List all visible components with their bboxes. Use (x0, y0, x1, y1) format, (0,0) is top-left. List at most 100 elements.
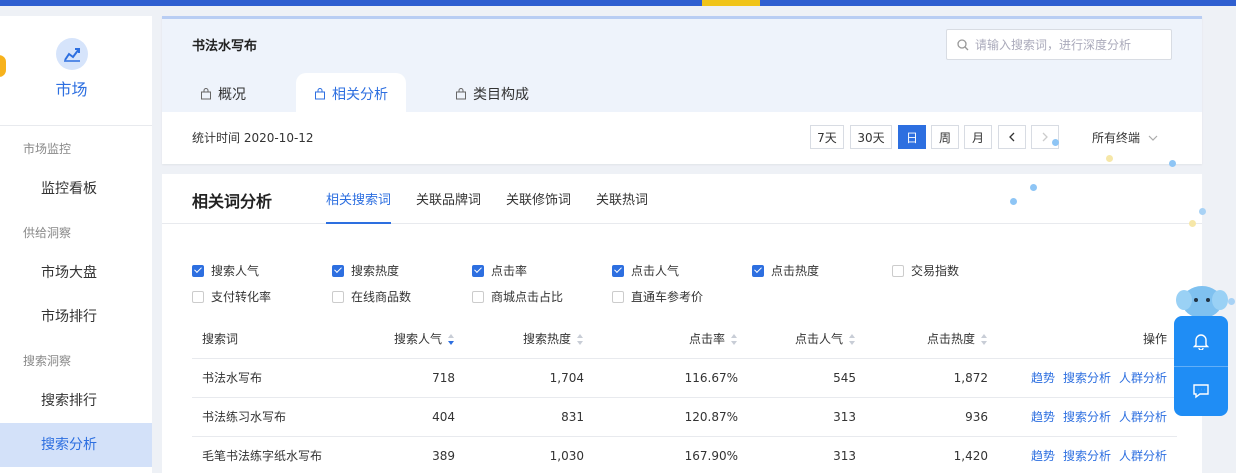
terminal-select-value: 所有终端 (1092, 131, 1141, 145)
sparkle-dot (1199, 208, 1206, 215)
checkbox-mall-click-share[interactable]: 商城点击占比 (472, 288, 563, 305)
checkbox-checked[interactable] (192, 264, 204, 277)
top-bar-accent (702, 0, 760, 6)
checkbox-checked[interactable] (612, 264, 624, 277)
subtab-related-search[interactable]: 相关搜索词 (326, 189, 392, 224)
checkbox-checked[interactable] (472, 264, 484, 277)
col-header-click-heat[interactable]: 点击热度 (856, 320, 988, 359)
search-analysis-link[interactable]: 搜索分析 (1063, 449, 1111, 463)
checkbox-search-popularity[interactable]: 搜索人气 (192, 262, 259, 279)
search-box[interactable] (946, 29, 1172, 60)
sparkle-dot (1052, 139, 1059, 146)
period-7-days-button[interactable]: 7天 (810, 125, 844, 149)
checkbox-label: 点击人气 (631, 264, 680, 278)
subtab-related-modifier[interactable]: 关联修饰词 (506, 189, 571, 224)
sort-icon[interactable] (981, 334, 988, 346)
sidebar-title[interactable]: 市场 (0, 76, 143, 100)
market-chart-icon (56, 38, 88, 70)
sort-icon[interactable] (448, 334, 455, 346)
search-analysis-link[interactable]: 搜索分析 (1063, 371, 1111, 385)
cell-click-popularity: 313 (738, 436, 856, 473)
sort-icon[interactable] (731, 334, 738, 346)
cell-click-rate: 120.87% (584, 397, 738, 437)
tab-overview-label: 概况 (218, 87, 246, 103)
sparkle-dot (1030, 184, 1037, 191)
checkbox-label: 搜索人气 (211, 264, 260, 278)
tab-related-analysis[interactable]: 相关分析 (296, 73, 406, 115)
checkbox-click-heat[interactable]: 点击热度 (752, 262, 819, 279)
checkbox-trade-index[interactable]: 交易指数 (892, 262, 959, 279)
checkbox-checked[interactable] (332, 264, 344, 277)
cell-click-rate: 116.67% (584, 358, 738, 398)
checkbox-click-rate[interactable]: 点击率 (472, 262, 527, 279)
crowd-analysis-link[interactable]: 人群分析 (1119, 449, 1167, 463)
sidebar-item-search-analysis[interactable]: 搜索分析 (0, 423, 152, 467)
period-week-button[interactable]: 周 (931, 125, 959, 149)
sparkle-dot (1169, 160, 1176, 167)
terminal-select[interactable]: 所有终端 (1092, 129, 1158, 146)
sparkle-dot (1010, 198, 1017, 205)
sort-icon[interactable] (849, 334, 856, 346)
sort-icon[interactable] (577, 334, 584, 346)
sidebar-item-market-ranking[interactable]: 市场排行 (0, 295, 152, 339)
col-header-click-rate[interactable]: 点击率 (584, 320, 738, 359)
cell-actions: 趋势 搜索分析 人群分析 (988, 358, 1177, 398)
section-title: 相关词分析 (192, 192, 273, 211)
checkbox-label: 搜索热度 (351, 264, 400, 278)
chevron-left-icon (1009, 132, 1015, 142)
cell-search-popularity: 404 (352, 397, 455, 437)
bag-icon (201, 88, 211, 100)
cell-search-heat: 831 (455, 397, 584, 437)
checkbox-unchecked[interactable] (892, 264, 904, 277)
header-toolbar: 统计时间 2020-10-12 7天 30天 日 周 月 所有终端 (162, 112, 1202, 164)
sidebar-collapse-handle[interactable] (0, 55, 6, 77)
checkbox-checked[interactable] (752, 264, 764, 277)
checkbox-label: 支付转化率 (211, 290, 272, 304)
trend-link[interactable]: 趋势 (1031, 371, 1055, 385)
cell-click-popularity: 313 (738, 397, 856, 437)
col-header-click-popularity[interactable]: 点击人气 (738, 320, 856, 359)
sidebar-group-supply-insight: 供给洞察 (23, 226, 72, 240)
checkbox-unchecked[interactable] (472, 290, 484, 303)
checkbox-search-heat[interactable]: 搜索热度 (332, 262, 399, 279)
tab-category[interactable]: 类目构成 (455, 73, 529, 115)
top-bar (0, 0, 1236, 6)
col-header-search-heat[interactable]: 搜索热度 (455, 320, 584, 359)
checkbox-unchecked[interactable] (332, 290, 344, 303)
checkbox-label: 交易指数 (911, 264, 960, 278)
search-input[interactable] (975, 37, 1165, 52)
subtab-related-hot[interactable]: 关联热词 (596, 189, 648, 224)
notification-button[interactable] (1174, 316, 1228, 366)
chat-button[interactable] (1174, 366, 1228, 416)
col-header-search-popularity[interactable]: 搜索人气 (352, 320, 455, 359)
checkbox-ztc-price[interactable]: 直通车参考价 (612, 288, 703, 305)
checkbox-unchecked[interactable] (612, 290, 624, 303)
period-day-button[interactable]: 日 (898, 125, 926, 149)
tab-related-analysis-label: 相关分析 (332, 87, 388, 103)
trend-link[interactable]: 趋势 (1031, 410, 1055, 424)
search-analysis-link[interactable]: 搜索分析 (1063, 410, 1111, 424)
crowd-analysis-link[interactable]: 人群分析 (1119, 371, 1167, 385)
crowd-analysis-link[interactable]: 人群分析 (1119, 410, 1167, 424)
checkbox-online-products[interactable]: 在线商品数 (332, 288, 411, 305)
page-title: 书法水写布 (192, 39, 258, 54)
period-30-days-button[interactable]: 30天 (850, 125, 892, 149)
sidebar-item-monitor-board[interactable]: 监控看板 (0, 167, 152, 211)
checkbox-label: 在线商品数 (351, 290, 412, 304)
prev-date-button[interactable] (998, 125, 1026, 149)
tab-overview[interactable]: 概况 (200, 73, 246, 115)
subtab-related-brand[interactable]: 关联品牌词 (416, 189, 481, 224)
sparkle-dot (1189, 220, 1196, 227)
sidebar-item-search-ranking[interactable]: 搜索排行 (0, 379, 152, 423)
table-row: 书法练习水写布 404 831 120.87% 313 936 趋势 搜索分析 人群… (192, 397, 1177, 437)
checkbox-unchecked[interactable] (192, 290, 204, 303)
col-header-label: 点击热度 (926, 332, 975, 347)
checkbox-click-popularity[interactable]: 点击人气 (612, 262, 679, 279)
cell-click-rate: 167.90% (584, 436, 738, 473)
period-month-button[interactable]: 月 (964, 125, 992, 149)
checkbox-pay-conversion[interactable]: 支付转化率 (192, 288, 271, 305)
cell-word: 书法水写布 (192, 358, 352, 398)
table-header-row: 搜索词 搜索人气 搜索热度 点击率 点击人气 点击热度 操作 (192, 320, 1177, 359)
sidebar-item-market-overview[interactable]: 市场大盘 (0, 251, 152, 295)
trend-link[interactable]: 趋势 (1031, 449, 1055, 463)
